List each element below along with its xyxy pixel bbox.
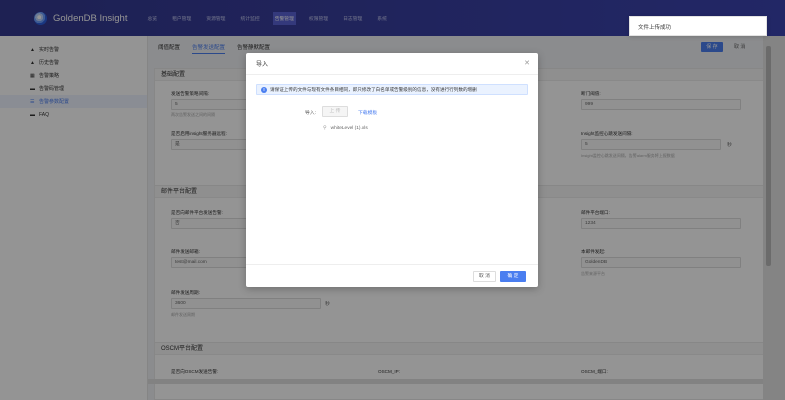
dialog-title: 导入	[256, 62, 269, 68]
info-alert: ! 请保证上传的文件与现有文件条目相同，即只修改了白名单或告警级别的信息，没有进…	[256, 84, 528, 95]
dialog-cancel-button[interactable]: 取 消	[473, 271, 496, 282]
uploaded-file-item[interactable]: ⚲ whiteLevel (1).xls	[323, 125, 368, 131]
download-template-link[interactable]: 下载模板	[358, 109, 377, 116]
alert-text: 请保证上传的文件与现有文件条目相同，即只修改了白名单或告警级别的信息，没有进行行…	[270, 86, 477, 92]
toast-message: 文件上传成功	[638, 25, 672, 31]
import-dialog: 导入 ✕ ! 请保证上传的文件与现有文件条目相同，即只修改了白名单或告警级别的信…	[246, 53, 538, 287]
upload-button[interactable]: 上 传	[322, 106, 348, 117]
dialog-confirm-button[interactable]: 确 定	[500, 271, 526, 282]
info-icon: !	[261, 86, 267, 93]
paperclip-icon: ⚲	[323, 125, 327, 131]
divider	[246, 74, 538, 75]
divider	[246, 264, 538, 265]
close-icon[interactable]: ✕	[524, 59, 530, 67]
file-name: whiteLevel (1).xls	[330, 125, 368, 131]
success-toast: 文件上传成功	[629, 16, 767, 36]
import-label: 导入:	[305, 111, 316, 116]
